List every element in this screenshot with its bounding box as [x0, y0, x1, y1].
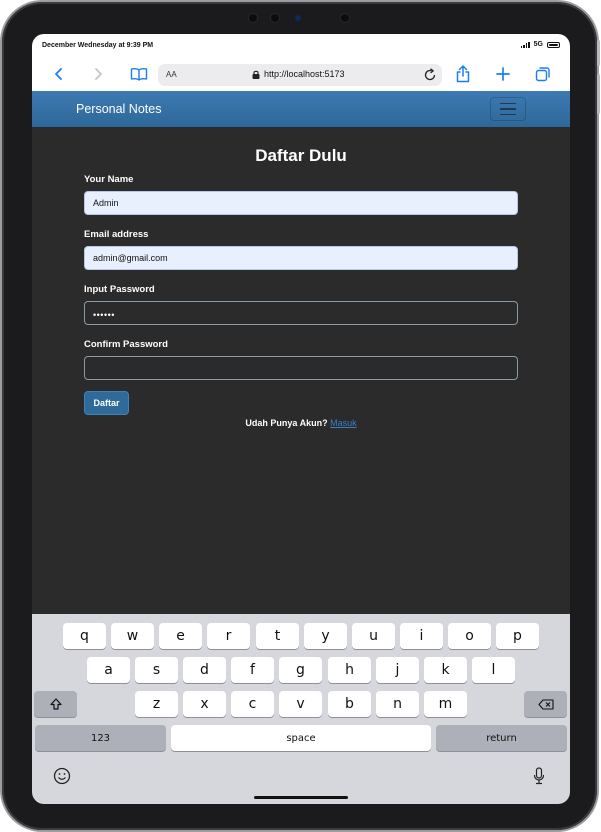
- top-button: [597, 40, 600, 66]
- text-size-button[interactable]: AA: [166, 70, 177, 79]
- key-k[interactable]: k: [424, 657, 467, 683]
- page-title: Daftar Dulu: [255, 146, 347, 165]
- signal-icon: [520, 41, 530, 48]
- key-i[interactable]: i: [400, 623, 443, 649]
- microphone-icon[interactable]: [533, 767, 545, 790]
- key-g[interactable]: g: [279, 657, 322, 683]
- on-screen-keyboard: q w e r t y u i o p a s d f g h j k l z …: [32, 614, 570, 804]
- key-c[interactable]: c: [231, 691, 274, 717]
- brand-title[interactable]: Personal Notes: [76, 102, 161, 116]
- key-a[interactable]: a: [87, 657, 130, 683]
- battery-icon: [547, 41, 560, 48]
- key-e[interactable]: e: [159, 623, 202, 649]
- key-m[interactable]: m: [424, 691, 467, 717]
- key-l[interactable]: l: [472, 657, 515, 683]
- key-r[interactable]: r: [207, 623, 250, 649]
- address-bar[interactable]: AA http://localhost:5173: [158, 64, 442, 86]
- numbers-key[interactable]: 123: [35, 725, 166, 751]
- backspace-icon: [537, 698, 554, 710]
- key-u[interactable]: u: [352, 623, 395, 649]
- plus-icon[interactable]: [493, 64, 513, 84]
- app-navbar: Personal Notes: [32, 91, 570, 127]
- key-f[interactable]: f: [231, 657, 274, 683]
- password-label: Input Password: [84, 284, 155, 295]
- key-h[interactable]: h: [328, 657, 371, 683]
- menu-toggle-button[interactable]: [490, 97, 526, 121]
- password-input[interactable]: [84, 301, 518, 325]
- password-value: ••••••: [93, 310, 115, 320]
- share-icon[interactable]: [453, 64, 473, 84]
- space-key[interactable]: space: [171, 725, 431, 751]
- key-z[interactable]: z: [135, 691, 178, 717]
- key-y[interactable]: y: [304, 623, 347, 649]
- book-icon[interactable]: [129, 64, 149, 84]
- lock-icon: [252, 70, 260, 79]
- reload-icon[interactable]: [422, 67, 438, 83]
- key-n[interactable]: n: [376, 691, 419, 717]
- confirm-password-input[interactable]: [84, 356, 518, 380]
- key-s[interactable]: s: [135, 657, 178, 683]
- login-link[interactable]: Masuk: [330, 418, 357, 428]
- tabs-icon[interactable]: [533, 64, 553, 84]
- key-o[interactable]: o: [448, 623, 491, 649]
- status-indicators: 5G: [520, 41, 560, 48]
- url-text[interactable]: http://localhost:5173: [264, 69, 345, 79]
- screen: December Wednesday at 9:39 PM 5G AA http…: [32, 34, 570, 804]
- front-camera: [248, 10, 352, 26]
- name-input[interactable]: [84, 191, 518, 215]
- status-time: December Wednesday at 9:39 PM: [42, 42, 154, 49]
- login-prompt-text: Udah Punya Akun?: [245, 418, 328, 428]
- browser-toolbar: AA http://localhost:5173: [32, 56, 570, 91]
- email-label: Email address: [84, 229, 149, 240]
- shift-icon: [49, 698, 62, 710]
- hamburger-icon: [500, 102, 516, 105]
- key-q[interactable]: q: [63, 623, 106, 649]
- key-t[interactable]: t: [256, 623, 299, 649]
- key-w[interactable]: w: [111, 623, 154, 649]
- key-v[interactable]: v: [279, 691, 322, 717]
- login-prompt: Udah Punya Akun? Masuk: [32, 418, 570, 428]
- key-b[interactable]: b: [328, 691, 371, 717]
- confirm-password-label: Confirm Password: [84, 339, 168, 350]
- chevron-right-icon[interactable]: [88, 64, 108, 84]
- emoji-icon[interactable]: [53, 767, 71, 790]
- status-bar: December Wednesday at 9:39 PM 5G: [32, 34, 570, 56]
- key-p[interactable]: p: [496, 623, 539, 649]
- chevron-left-icon[interactable]: [49, 64, 69, 84]
- home-indicator: [254, 796, 348, 799]
- volume-button: [597, 74, 600, 114]
- name-label: Your Name: [84, 174, 134, 185]
- email-input[interactable]: [84, 246, 518, 270]
- network-type: 5G: [533, 41, 543, 48]
- backspace-key[interactable]: [524, 691, 567, 717]
- key-d[interactable]: d: [183, 657, 226, 683]
- return-key[interactable]: return: [436, 725, 567, 751]
- register-button[interactable]: Daftar: [84, 391, 129, 415]
- key-j[interactable]: j: [376, 657, 419, 683]
- key-x[interactable]: x: [183, 691, 226, 717]
- shift-key[interactable]: [34, 691, 77, 717]
